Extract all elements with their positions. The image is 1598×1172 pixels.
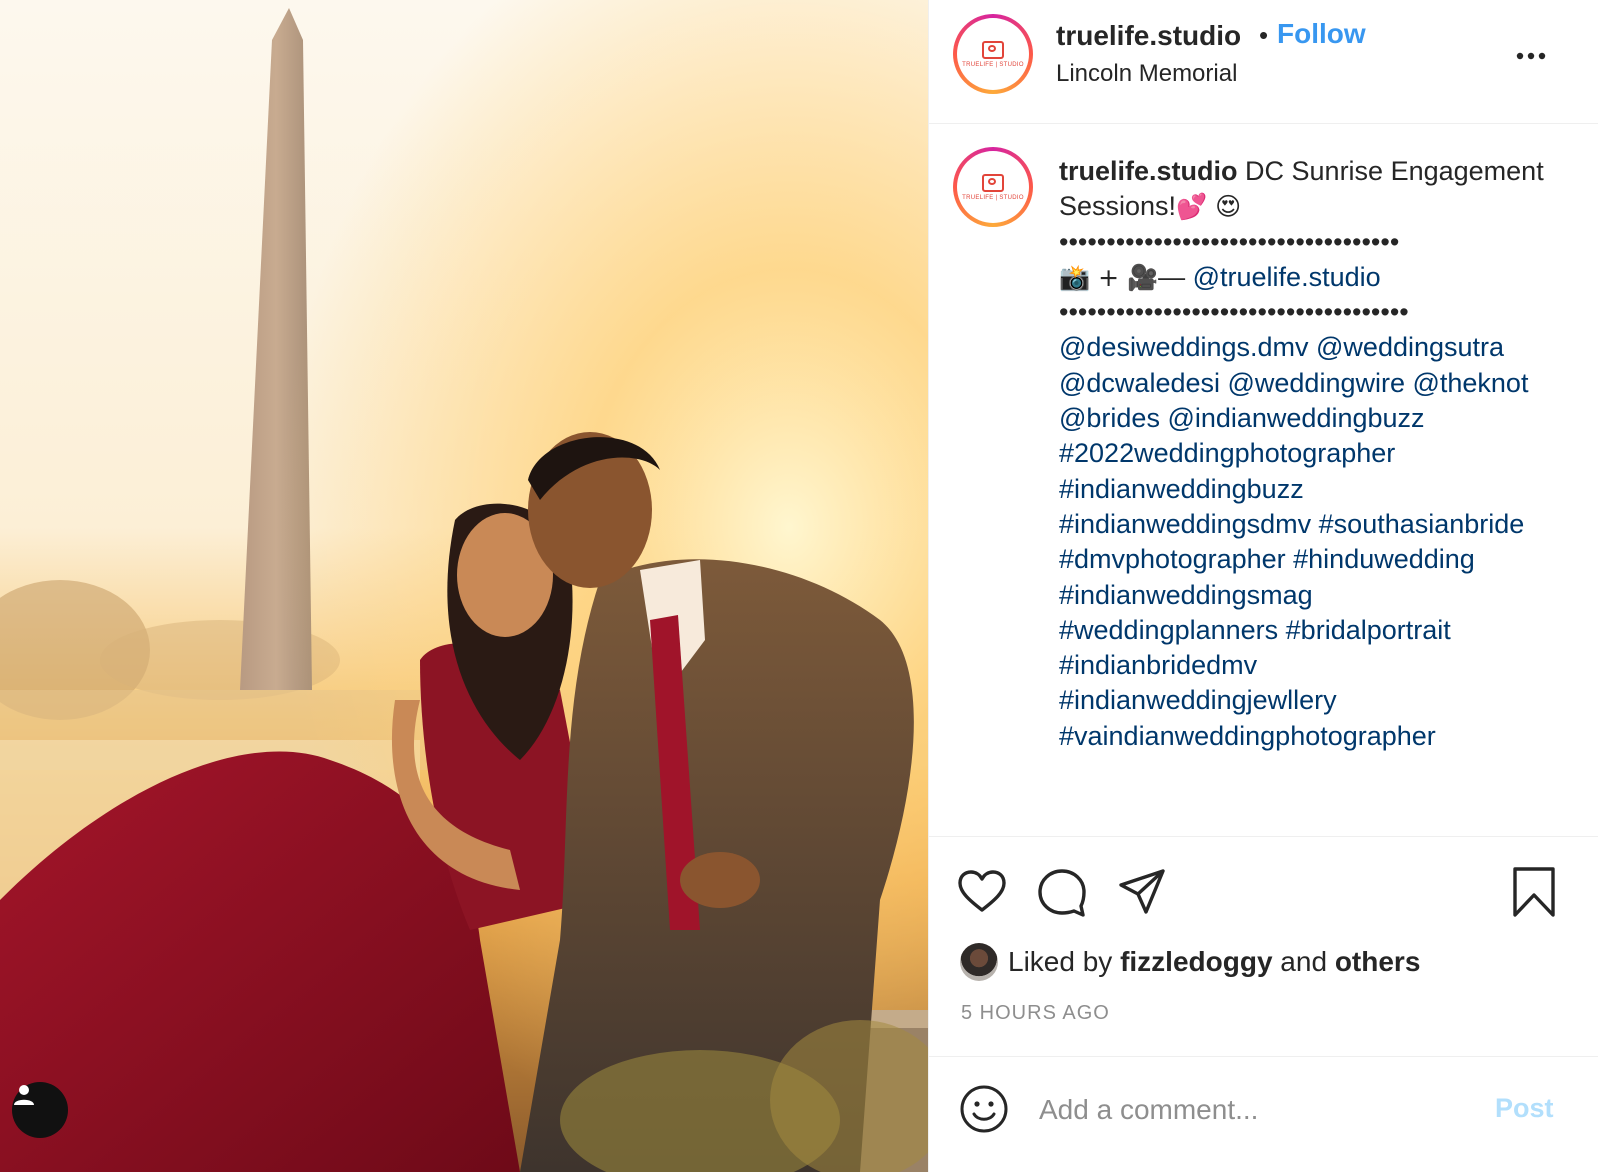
likes-summary[interactable]: Liked by fizzledoggy and others — [960, 941, 1420, 983]
hashtag-line[interactable]: #indianweddingsdmv #southasianbride — [1059, 507, 1559, 542]
avatar-image: TRUELIFE | STUDIO — [957, 151, 1029, 223]
post-actions: Liked by fizzledoggy and others 5 HOURS … — [929, 836, 1598, 1056]
more-icon — [1516, 52, 1546, 60]
post-header: TRUELIFE | STUDIO truelife.studio • Foll… — [929, 0, 1598, 124]
author-username[interactable]: truelife.studio — [1056, 20, 1241, 52]
post-container: TRUELIFE | STUDIO truelife.studio • Foll… — [0, 0, 1598, 1172]
post-side-panel: TRUELIFE | STUDIO truelife.studio • Foll… — [928, 0, 1598, 1172]
hashtag-line[interactable]: #indianbridedmv — [1059, 648, 1559, 683]
avatar-image: TRUELIFE | STUDIO — [957, 18, 1029, 90]
photo-illustration — [0, 0, 928, 1172]
liked-by-others[interactable]: others — [1335, 946, 1421, 977]
caption-text: truelife.studio DC Sunrise Engagement Se… — [1059, 154, 1559, 754]
hashtag-line[interactable]: #vaindianweddingphotographer — [1059, 719, 1559, 754]
liker-avatar[interactable] — [960, 943, 998, 981]
hashtag-line[interactable]: #weddingplanners #bridalportrait — [1059, 613, 1559, 648]
hashtag-line[interactable]: @desiweddings.dmv @weddingsutra — [1059, 330, 1559, 365]
user-icon — [14, 1085, 34, 1105]
hashtag-line[interactable]: #dmvphotographer #hinduwedding — [1059, 542, 1559, 577]
studio-logo-icon — [982, 40, 1004, 59]
user-tags-button[interactable] — [12, 1082, 68, 1138]
hashtag-line[interactable]: #indianweddingjewllery — [1059, 683, 1559, 718]
avatar-logo-text: TRUELIFE | STUDIO — [962, 61, 1024, 68]
liked-by-prefix: Liked by — [1008, 946, 1121, 977]
caption-divider: ••••••••••••••••••••••••••••••••••••• — [1059, 297, 1409, 328]
hashtag-line[interactable]: #2022weddingphotographer — [1059, 436, 1559, 471]
hashtag-line[interactable]: #indianweddingbuzz — [1059, 472, 1559, 507]
hashtag-line[interactable]: #indianweddingsmag — [1059, 578, 1559, 613]
author-avatar[interactable]: TRUELIFE | STUDIO — [953, 14, 1033, 94]
heart-icon[interactable] — [955, 865, 1009, 919]
caption-divider: •••••••••••••••••••••••••••••••••••• — [1059, 226, 1400, 257]
hashtag-line[interactable]: @dcwaledesi @weddingwire @theknot — [1059, 366, 1559, 401]
liker-username[interactable]: fizzledoggy — [1120, 946, 1272, 977]
post-timestamp[interactable]: 5 HOURS AGO — [961, 1002, 1110, 1025]
follow-button[interactable]: Follow — [1277, 18, 1366, 50]
caption-area[interactable]: TRUELIFE | STUDIO truelife.studio DC Sun… — [929, 124, 1598, 836]
caption-username[interactable]: truelife.studio — [1059, 156, 1238, 186]
share-icon[interactable] — [1115, 865, 1169, 919]
likes-text: Liked by fizzledoggy and others — [1008, 946, 1420, 978]
caption-author-avatar[interactable]: TRUELIFE | STUDIO — [953, 147, 1033, 227]
hashtag-line[interactable]: @brides @indianweddingbuzz — [1059, 401, 1559, 436]
caption-credit-line: 📸 + 🎥— @truelife.studio — [1059, 260, 1559, 295]
comment-input[interactable] — [1037, 1087, 1461, 1133]
smile-icon[interactable] — [959, 1084, 1009, 1134]
comment-icon[interactable] — [1035, 865, 1089, 919]
bookmark-icon[interactable] — [1507, 865, 1561, 919]
mention-link[interactable]: @truelife.studio — [1193, 262, 1381, 292]
credit-dash: — — [1158, 261, 1193, 292]
liked-by-and: and — [1272, 946, 1335, 977]
header-separator: • — [1259, 20, 1269, 50]
comment-bar: Post — [929, 1056, 1598, 1172]
post-photo[interactable] — [0, 0, 928, 1172]
avatar-logo-text: TRUELIFE | STUDIO — [962, 194, 1024, 201]
caption-title-emojis: 💕 😍 — [1176, 192, 1242, 222]
studio-logo-icon — [982, 173, 1004, 192]
post-location[interactable]: Lincoln Memorial — [1056, 60, 1237, 88]
more-options-button[interactable] — [1513, 38, 1549, 74]
post-comment-button[interactable]: Post — [1495, 1093, 1554, 1124]
camera-emojis: 📸 + 🎥 — [1059, 262, 1159, 292]
